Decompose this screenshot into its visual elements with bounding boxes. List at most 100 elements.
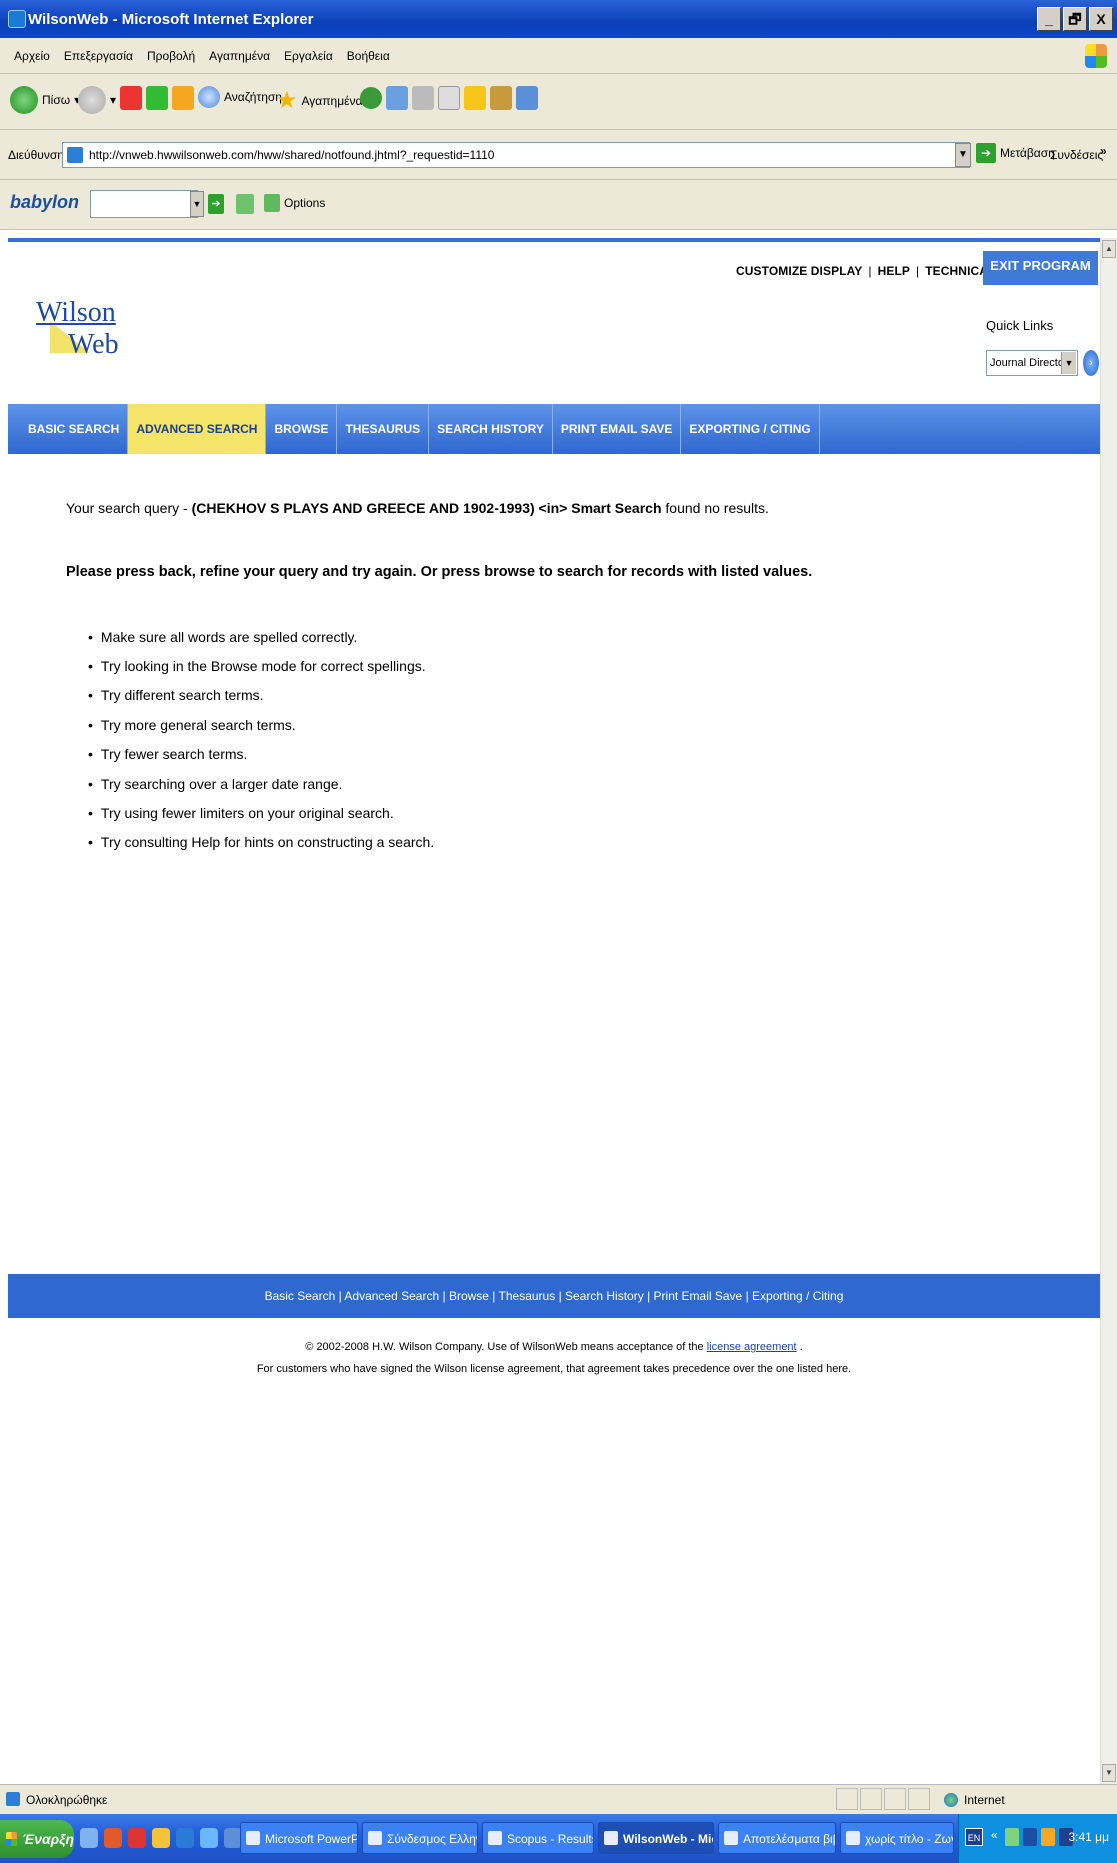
favorites-label: Αγαπημένα xyxy=(301,93,363,108)
menu-favorites[interactable]: Αγαπημένα xyxy=(209,49,270,63)
page-icon xyxy=(67,147,83,163)
advice-text: Please press back, refine your query and… xyxy=(66,564,813,580)
menu-edit[interactable]: Επεξεργασία xyxy=(64,49,133,63)
babylon-dropdown-button[interactable]: ▼ xyxy=(190,191,204,217)
go-button[interactable]: ➔ Μετάβαση xyxy=(976,143,1055,163)
address-dropdown-button[interactable]: ▼ xyxy=(955,143,971,167)
task-buttons: Microsoft PowerPoi... Σύνδεσμος Ελληνι..… xyxy=(240,1822,954,1854)
search-icon xyxy=(198,86,220,108)
footer-link-print-email-save[interactable]: Print Email Save xyxy=(654,1289,743,1303)
links-toolbar[interactable]: Συνδέσεις xyxy=(1050,148,1103,162)
back-button[interactable]: Πίσω ▾ xyxy=(10,86,80,114)
home-icon[interactable] xyxy=(172,86,194,110)
tab-browse[interactable]: BROWSE xyxy=(266,404,338,454)
list-item: Try fewer search terms. xyxy=(88,740,434,769)
network-icon[interactable] xyxy=(1005,1828,1019,1846)
scroll-up-icon[interactable]: ▲ xyxy=(1102,240,1116,258)
list-item: Try more general search terms. xyxy=(88,710,434,739)
babylon-logo[interactable]: babylon xyxy=(10,192,79,213)
list-item: Try searching over a larger date range. xyxy=(88,769,434,798)
task-powerpoint[interactable]: Microsoft PowerPoi... xyxy=(240,1822,358,1854)
start-button[interactable]: Έναρξη xyxy=(0,1820,74,1858)
print-icon[interactable] xyxy=(412,86,434,110)
footer-link-advanced-search[interactable]: Advanced Search xyxy=(344,1289,439,1303)
tab-basic-search[interactable]: BASIC SEARCH xyxy=(20,404,129,454)
forward-button[interactable]: ▾ xyxy=(78,86,116,114)
tab-search-history[interactable]: SEARCH HISTORY xyxy=(429,404,553,454)
tray-icons: « xyxy=(991,1828,1073,1846)
list-item: Try using fewer limiters on your origina… xyxy=(88,798,434,827)
page-viewport: CUSTOMIZE DISPLAY | HELP | TECHNICAL SUP… xyxy=(8,238,1100,1784)
tab-advanced-search[interactable]: ADVANCED SEARCH xyxy=(128,404,267,454)
footer-link-browse[interactable]: Browse xyxy=(449,1289,489,1303)
search-label: Αναζήτηση xyxy=(224,90,282,104)
stop-icon[interactable] xyxy=(120,86,142,110)
edit-icon[interactable] xyxy=(438,86,460,110)
babylon-go-icon[interactable]: ➔ xyxy=(208,194,224,214)
address-bar: Διεύθυνση http://vnweb.hwwilsonweb.com/h… xyxy=(0,130,1117,180)
app-icon[interactable] xyxy=(104,1828,122,1848)
search-button[interactable]: Αναζήτηση xyxy=(198,86,282,108)
app-icon[interactable] xyxy=(152,1828,170,1848)
footer-link-exporting-citing[interactable]: Exporting / Citing xyxy=(752,1289,843,1303)
history-icon[interactable] xyxy=(386,86,408,110)
ie-icon[interactable] xyxy=(200,1828,218,1848)
babylon-options-button[interactable]: Options xyxy=(264,194,325,212)
babylon-search-input[interactable] xyxy=(90,190,198,218)
favorites-star-icon: ★ xyxy=(276,87,298,114)
clock: 3:41 μμ xyxy=(1068,1830,1109,1844)
footer-link-search-history[interactable]: Search History xyxy=(565,1289,644,1303)
task-results[interactable]: Αποτελέσματα βιβλ... xyxy=(718,1822,836,1854)
go-arrow-icon: ➔ xyxy=(976,143,996,163)
restore-button[interactable]: 🗗 xyxy=(1063,7,1087,31)
main-nav: BASIC SEARCH ADVANCED SEARCH BROWSE THES… xyxy=(8,404,1100,454)
tray-app-icon[interactable] xyxy=(1041,1828,1055,1846)
minimize-button[interactable]: _ xyxy=(1037,7,1061,31)
research-icon[interactable] xyxy=(490,86,512,110)
tab-exporting-citing[interactable]: EXPORTING / CITING xyxy=(681,404,820,454)
vertical-scrollbar[interactable]: ▲ ▼ xyxy=(1100,238,1117,1784)
license-agreement-link[interactable]: license agreement xyxy=(707,1341,797,1353)
menu-view[interactable]: Προβολή xyxy=(147,49,195,63)
chevron-down-icon: ▼ xyxy=(1061,352,1076,374)
media-icon[interactable] xyxy=(360,87,382,109)
help-link[interactable]: HELP xyxy=(878,264,910,278)
footer-link-basic-search[interactable]: Basic Search xyxy=(265,1289,336,1303)
security-zone: Internet xyxy=(944,1793,1005,1807)
menu-file[interactable]: Αρχείο xyxy=(14,49,50,63)
language-indicator[interactable]: EN xyxy=(965,1828,983,1846)
app-icon[interactable] xyxy=(128,1828,146,1848)
scroll-down-icon[interactable]: ▼ xyxy=(1102,1764,1116,1782)
messenger-icon[interactable] xyxy=(516,86,538,110)
footer-link-thesaurus[interactable]: Thesaurus xyxy=(499,1289,556,1303)
menu-help[interactable]: Βοήθεια xyxy=(347,49,390,63)
address-input[interactable]: http://vnweb.hwwilsonweb.com/hww/shared/… xyxy=(62,142,970,168)
links-chevron[interactable]: » xyxy=(1100,144,1107,158)
tab-thesaurus[interactable]: THESAURUS xyxy=(337,404,430,454)
logo-wilson: Wilson xyxy=(36,297,116,328)
quick-links-select[interactable]: Journal Directory ▼ xyxy=(986,350,1078,376)
babylon-tray-icon[interactable] xyxy=(1023,1828,1037,1846)
close-button[interactable]: X xyxy=(1089,7,1113,31)
babylon-translate-icon[interactable] xyxy=(236,194,254,214)
wilsonweb-logo[interactable]: Wilson Web xyxy=(36,295,126,365)
quick-links-go-button[interactable]: › xyxy=(1083,350,1099,376)
menu-tools[interactable]: Εργαλεία xyxy=(284,49,333,63)
exit-program-button[interactable]: EXIT PROGRAM xyxy=(983,251,1098,285)
customize-display-link[interactable]: CUSTOMIZE DISPLAY xyxy=(736,264,862,278)
task-syndesmos[interactable]: Σύνδεσμος Ελληνι... xyxy=(362,1822,478,1854)
task-paint[interactable]: χωρίς τίτλο - Ζωγρ... xyxy=(840,1822,954,1854)
tray-chevron[interactable]: « xyxy=(991,1828,1001,1846)
show-desktop-icon[interactable] xyxy=(80,1828,98,1848)
options-icon xyxy=(264,194,280,212)
window-controls: _ 🗗 X xyxy=(1037,7,1113,31)
refresh-icon[interactable] xyxy=(146,86,168,110)
favorites-button[interactable]: ★ Αγαπημένα xyxy=(276,86,362,115)
folder-icon[interactable] xyxy=(464,86,486,110)
app-icon[interactable] xyxy=(176,1828,194,1848)
standard-toolbar: Πίσω ▾ ▾ Αναζήτηση ★ Αγαπημένα xyxy=(0,74,1117,130)
tab-print-email-save[interactable]: PRINT EMAIL SAVE xyxy=(553,404,682,454)
task-wilsonweb[interactable]: WilsonWeb - Mic... xyxy=(598,1822,714,1854)
windows-logo-icon xyxy=(1085,44,1107,68)
task-scopus[interactable]: Scopus - Results P... xyxy=(482,1822,594,1854)
